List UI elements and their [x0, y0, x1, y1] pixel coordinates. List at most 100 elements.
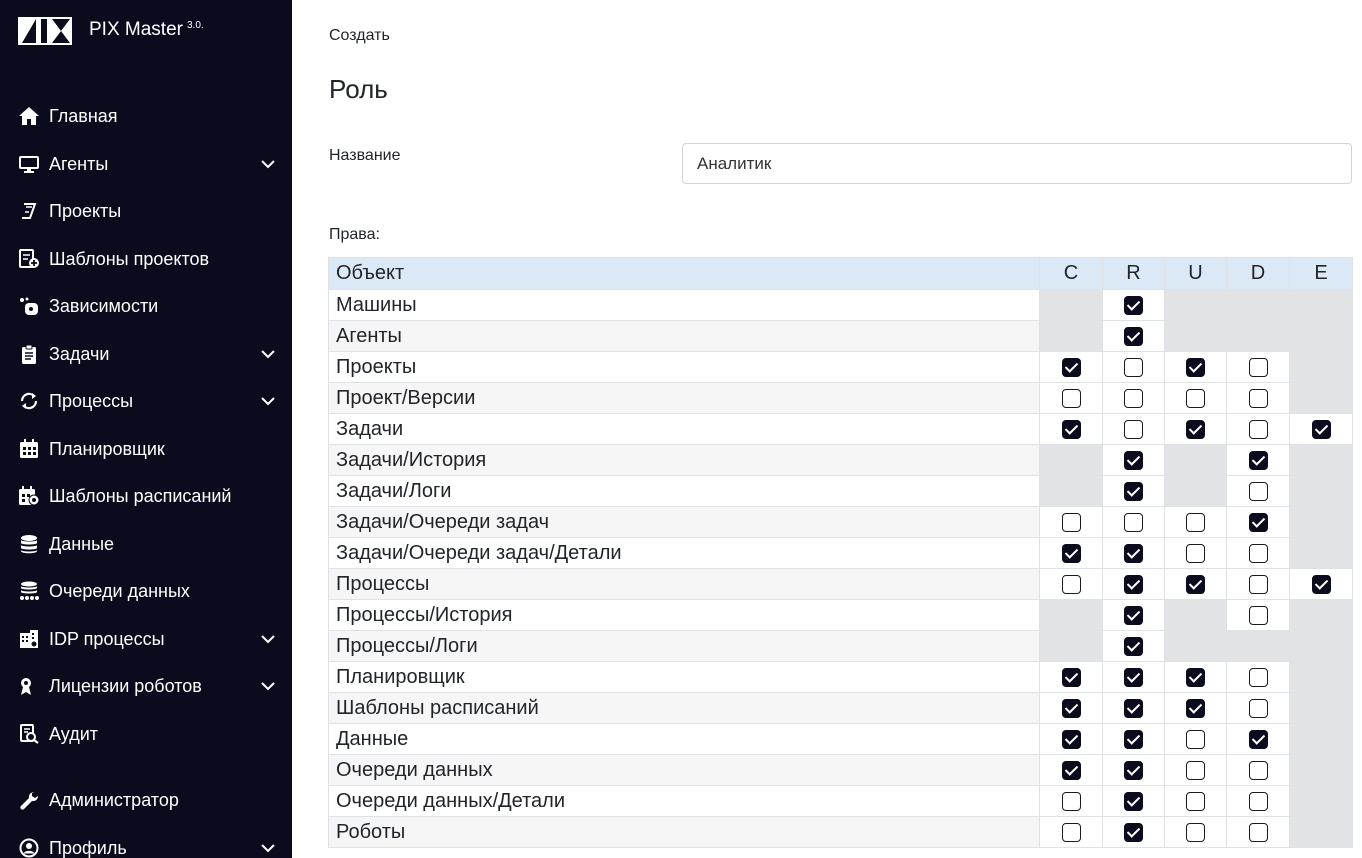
delete-checkbox[interactable] — [1248, 357, 1268, 377]
update-checkbox[interactable] — [1186, 822, 1205, 842]
delete-checkbox[interactable] — [1248, 667, 1268, 687]
create-checkbox[interactable] — [1061, 357, 1081, 377]
create-checkbox[interactable] — [1061, 667, 1081, 687]
update-checkbox[interactable] — [1186, 698, 1205, 718]
permission-cell — [1164, 785, 1227, 817]
read-checkbox[interactable] — [1124, 295, 1143, 315]
sidebar-item-audit[interactable]: Аудит — [0, 714, 292, 754]
delete-checkbox[interactable] — [1248, 729, 1268, 749]
chevron-down-icon[interactable] — [260, 157, 276, 171]
permission-cell — [1102, 289, 1165, 321]
read-checkbox[interactable] — [1124, 512, 1143, 532]
create-checkbox[interactable] — [1061, 388, 1081, 408]
create-checkbox[interactable] — [1061, 512, 1081, 532]
sidebar-item-database[interactable]: Данные — [0, 524, 292, 564]
sidebar-item-calendar-settings[interactable]: Шаблоны расписаний — [0, 476, 292, 516]
permission-cell — [1039, 723, 1103, 755]
create-checkbox[interactable] — [1061, 419, 1081, 439]
sidebar-item-user-circle[interactable]: Профиль — [0, 828, 292, 858]
read-checkbox[interactable] — [1124, 450, 1143, 470]
read-checkbox[interactable] — [1124, 791, 1143, 811]
chevron-down-icon[interactable] — [260, 394, 276, 408]
object-name-cell: Роботы — [328, 816, 1040, 848]
update-checkbox[interactable] — [1186, 729, 1205, 749]
chevron-down-icon[interactable] — [260, 347, 276, 361]
update-checkbox[interactable] — [1186, 388, 1205, 408]
execute-checkbox[interactable] — [1311, 574, 1331, 594]
role-name-input[interactable] — [682, 143, 1352, 184]
app-logo[interactable] — [17, 16, 73, 46]
update-checkbox[interactable] — [1186, 512, 1205, 532]
chevron-down-icon[interactable] — [260, 679, 276, 693]
read-checkbox[interactable] — [1124, 357, 1143, 377]
permission-cell — [1164, 382, 1227, 414]
read-checkbox[interactable] — [1124, 543, 1143, 563]
delete-checkbox[interactable] — [1248, 760, 1268, 780]
delete-checkbox[interactable] — [1248, 791, 1268, 811]
sidebar-item-calendar[interactable]: Планировщик — [0, 429, 292, 469]
read-checkbox[interactable] — [1124, 822, 1143, 842]
read-checkbox[interactable] — [1124, 605, 1143, 625]
sidebar-item-monitor[interactable]: Агенты — [0, 144, 292, 184]
table-row: Процессы — [328, 568, 1353, 600]
read-checkbox[interactable] — [1124, 481, 1143, 501]
sidebar-item-project-templates[interactable]: Шаблоны проектов — [0, 239, 292, 279]
sidebar-item-clipboard[interactable]: Задачи — [0, 334, 292, 374]
chevron-down-icon[interactable] — [260, 841, 276, 855]
delete-checkbox[interactable] — [1248, 605, 1268, 625]
delete-checkbox[interactable] — [1248, 419, 1268, 439]
delete-checkbox[interactable] — [1248, 543, 1268, 563]
create-checkbox[interactable] — [1061, 698, 1081, 718]
sidebar-item-database-queue[interactable]: Очереди данных — [0, 571, 292, 611]
sidebar-item-dependencies[interactable]: Зависимости — [0, 286, 292, 326]
delete-checkbox[interactable] — [1248, 574, 1268, 594]
create-checkbox[interactable] — [1061, 760, 1081, 780]
update-checkbox[interactable] — [1186, 543, 1205, 563]
read-checkbox[interactable] — [1124, 419, 1143, 439]
read-checkbox[interactable] — [1124, 698, 1143, 718]
read-checkbox[interactable] — [1124, 636, 1143, 656]
delete-checkbox[interactable] — [1248, 512, 1268, 532]
permission-cell — [1226, 785, 1290, 817]
object-name-cell: Задачи/Очереди задач — [328, 506, 1040, 538]
update-checkbox[interactable] — [1186, 419, 1205, 439]
delete-checkbox[interactable] — [1248, 822, 1268, 842]
create-checkbox[interactable] — [1061, 543, 1081, 563]
sidebar-item-home[interactable]: Главная — [0, 96, 292, 136]
permission-cell-unavailable — [1039, 320, 1103, 352]
sidebar-item-idp[interactable]: IDP процессы — [0, 619, 292, 659]
permission-cell-unavailable — [1164, 630, 1227, 662]
delete-checkbox[interactable] — [1248, 450, 1268, 470]
table-row: Очереди данных — [328, 754, 1353, 786]
read-checkbox[interactable] — [1124, 326, 1143, 346]
delete-checkbox[interactable] — [1248, 388, 1268, 408]
sidebar-item-sync[interactable]: Процессы — [0, 381, 292, 421]
permission-cell — [1164, 754, 1227, 786]
permission-cell — [1102, 475, 1165, 507]
read-checkbox[interactable] — [1124, 667, 1143, 687]
read-checkbox[interactable] — [1124, 729, 1143, 749]
delete-checkbox[interactable] — [1248, 698, 1268, 718]
update-checkbox[interactable] — [1186, 791, 1205, 811]
read-checkbox[interactable] — [1124, 388, 1143, 408]
read-checkbox[interactable] — [1124, 574, 1143, 594]
create-checkbox[interactable] — [1061, 822, 1081, 842]
permission-cell — [1039, 754, 1103, 786]
database-icon — [18, 534, 40, 554]
create-checkbox[interactable] — [1061, 574, 1081, 594]
update-checkbox[interactable] — [1186, 357, 1205, 377]
sidebar-item-robot-license[interactable]: Лицензии роботов — [0, 666, 292, 706]
update-checkbox[interactable] — [1186, 760, 1205, 780]
sidebar-item-wrench[interactable]: Администратор — [0, 780, 292, 820]
create-checkbox[interactable] — [1061, 791, 1081, 811]
execute-checkbox[interactable] — [1311, 419, 1331, 439]
permission-cell — [1102, 630, 1165, 662]
object-name-cell: Задачи/Очереди задач/Детали — [328, 537, 1040, 569]
chevron-down-icon[interactable] — [260, 632, 276, 646]
create-checkbox[interactable] — [1061, 729, 1081, 749]
delete-checkbox[interactable] — [1248, 481, 1268, 501]
update-checkbox[interactable] — [1186, 574, 1205, 594]
read-checkbox[interactable] — [1124, 760, 1143, 780]
update-checkbox[interactable] — [1186, 667, 1205, 687]
sidebar-item-projects[interactable]: Проекты — [0, 191, 292, 231]
